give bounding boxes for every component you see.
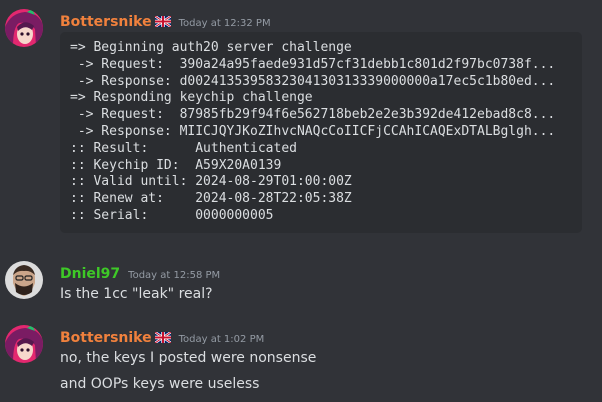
username[interactable]: Bottersnike	[60, 330, 152, 346]
timestamp: Today at 12:58 PM	[128, 270, 221, 281]
avatar-bottersnike[interactable]	[5, 325, 43, 363]
anime-avatar-icon	[5, 325, 43, 363]
code-line: :: Keychip ID: A59X20A0139	[70, 157, 282, 173]
uk-flag-icon	[155, 12, 171, 31]
username[interactable]: Dniel97	[60, 266, 120, 282]
message-text-line: and OOPs keys were useless	[60, 376, 260, 392]
code-line: -> Request: 87985fb29f94f6e562718beb2e2e…	[70, 107, 556, 123]
username[interactable]: Bottersnike	[60, 14, 152, 30]
uk-flag-icon	[155, 328, 171, 347]
code-line: => Beginning auth20 server challenge	[70, 40, 352, 55]
code-line: => Responding keychip challenge	[70, 90, 313, 106]
code-line: :: Valid until: 2024-08-29T01:00:00Z	[70, 174, 352, 190]
code-line: -> Response: MIICJQYJKoZIhvcNAQcCoIICFjC…	[70, 123, 556, 139]
avatar-bottersnike[interactable]	[5, 9, 43, 47]
code-line: :: Renew at: 2024-08-28T22:05:38Z	[70, 191, 352, 207]
code-line: :: Serial: 0000000005	[70, 207, 274, 223]
timestamp: Today at 12:32 PM	[178, 18, 271, 29]
code-line: -> Response: d00241353958323041303133390…	[70, 73, 556, 89]
timestamp: Today at 1:02 PM	[178, 334, 265, 345]
message-text-line: no, the keys I posted were nonsense	[60, 350, 317, 366]
anime-avatar-icon	[5, 9, 43, 47]
code-line: -> Request: 390a24a95faede931d57cf31debb…	[70, 56, 556, 72]
code-block: => Beginning auth20 server challenge -> …	[60, 32, 582, 233]
avatar-dniel97[interactable]	[5, 261, 43, 299]
bearded-man-avatar-icon	[5, 261, 43, 299]
code-line: :: Result: Authenticated	[70, 140, 297, 156]
message-text: Is the 1cc "leak" real?	[60, 286, 213, 302]
